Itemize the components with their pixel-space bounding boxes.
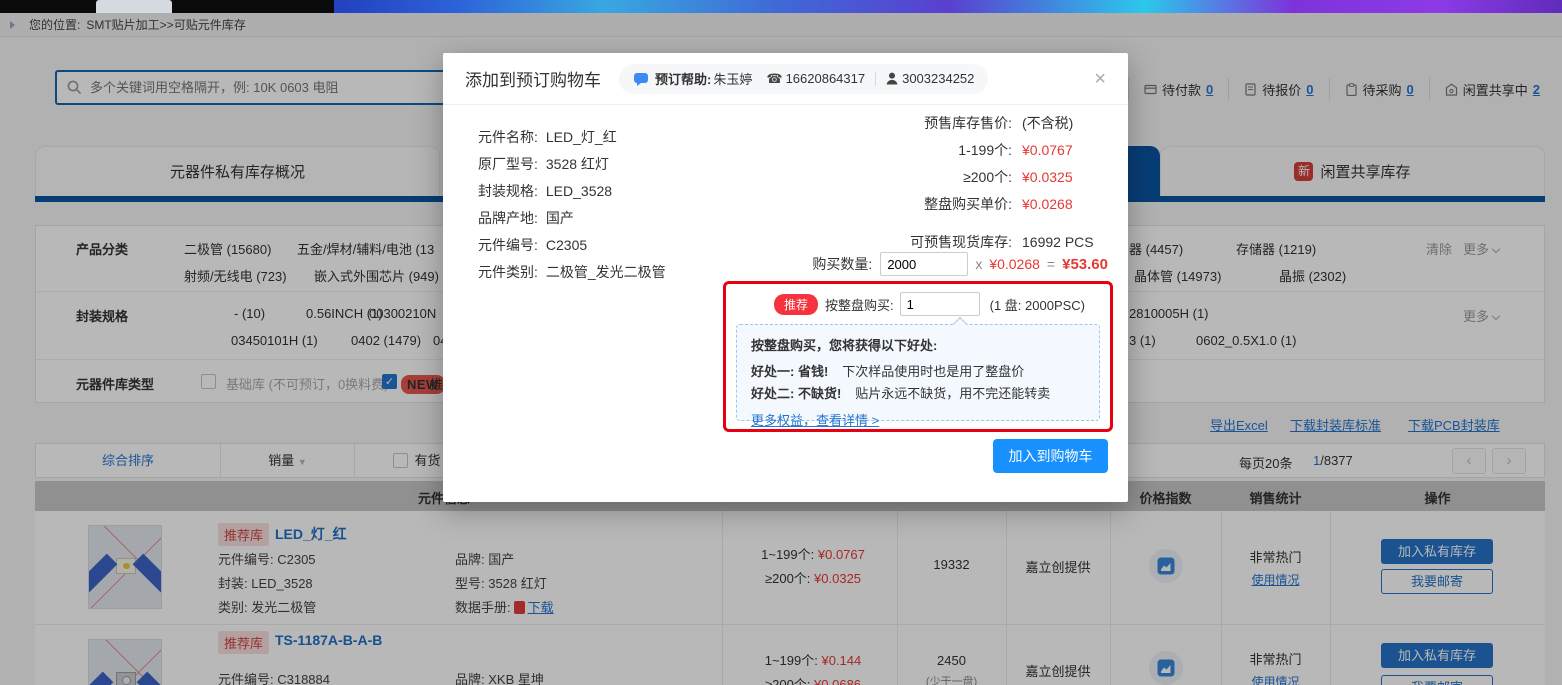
modal-header: 添加到预订购物车 预订帮助: 朱玉婷 ☎ 16620864317 3003234… xyxy=(443,53,1128,105)
info-package: 封装规格:LED_3528 xyxy=(478,181,612,201)
more-benefits-link[interactable]: 更多权益，查看详情 > xyxy=(751,410,879,429)
reel-note: (1 盘: 2000PSC) xyxy=(990,295,1085,314)
reel-unit-price: 整盘购买单价:¥0.0268 xyxy=(924,194,1108,214)
screen: 您的位置: SMT贴片加工>>可贴元件库存 待付款 0 待报价 0 xyxy=(0,0,1562,685)
quantity-input[interactable] xyxy=(880,252,968,276)
divider xyxy=(875,72,876,86)
total-price: ¥53.60 xyxy=(1062,256,1108,273)
price-tier-1: 1-199个:¥0.0767 xyxy=(958,140,1108,160)
chat-bubble-icon xyxy=(633,72,649,86)
helper-phone: 16620864317 xyxy=(786,71,866,86)
phone-icon: ☎ xyxy=(766,71,782,87)
info-category: 元件类别:二极管_发光二极管 xyxy=(478,262,666,282)
person-icon xyxy=(886,72,898,85)
info-code: 元件编号:C2305 xyxy=(478,235,587,255)
browser-theme-gradient xyxy=(334,0,1562,13)
reel-benefits-box: 按整盘购买，您将获得以下好处: 好处一: 省钱!下次样品使用时也是用了整盘价 好… xyxy=(736,324,1100,421)
available-stock: 可预售现货库存:16992 PCS xyxy=(910,232,1108,252)
benefit-2: 好处二: 不缺货!贴片永远不缺货，用不完还能转卖 xyxy=(751,383,1085,402)
tooltip-notch xyxy=(953,317,967,331)
reel-label: 按整盘购买: xyxy=(825,295,894,314)
buy-by-reel-box: 推荐 按整盘购买: (1 盘: 2000PSC) 按整盘购买，您将获得以下好处:… xyxy=(723,281,1113,432)
benefits-title: 按整盘购买，您将获得以下好处: xyxy=(751,335,1085,354)
quantity-line: 购买数量: x ¥0.0268 = ¥53.60 xyxy=(812,251,1108,277)
benefit-1: 好处一: 省钱!下次样品使用时也是用了整盘价 xyxy=(751,361,1085,380)
reel-line: 推荐 按整盘购买: (1 盘: 2000PSC) xyxy=(726,292,1110,316)
price-tier-2: ≥200个:¥0.0325 xyxy=(963,167,1108,187)
add-to-cart-modal: 添加到预订购物车 预订帮助: 朱玉婷 ☎ 16620864317 3003234… xyxy=(443,53,1128,502)
info-brand: 品牌产地:国产 xyxy=(478,208,574,228)
browser-theme-bar xyxy=(0,0,1562,13)
info-model: 原厂型号:3528 红灯 xyxy=(478,154,609,174)
browser-tab[interactable] xyxy=(96,0,172,13)
helper-label: 预订帮助: xyxy=(655,69,711,88)
add-to-cart-button[interactable]: 加入到购物车 xyxy=(993,439,1108,473)
close-icon[interactable]: × xyxy=(1094,69,1106,89)
recommend-badge: 推荐 xyxy=(774,294,818,315)
info-name: 元件名称:LED_灯_红 xyxy=(478,127,617,147)
helper-name: 朱玉婷 xyxy=(713,69,752,88)
booking-helper-pill: 预订帮助: 朱玉婷 ☎ 16620864317 3003234252 xyxy=(619,64,988,94)
modal-title: 添加到预订购物车 xyxy=(465,66,601,91)
reel-quantity-input[interactable] xyxy=(900,292,980,316)
helper-qq: 3003234252 xyxy=(902,71,974,86)
presale-price-header: 预售库存售价:(不含税) xyxy=(924,113,1108,133)
quantity-label: 购买数量: xyxy=(812,254,872,274)
